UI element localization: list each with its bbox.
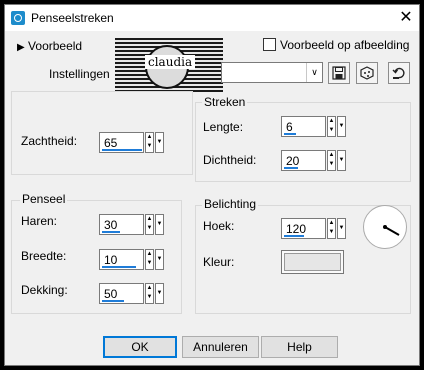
density-spinner[interactable]: 20 ▲ ▼ ▼ [281, 150, 347, 171]
softness-value: 65 [104, 136, 118, 150]
angle-spinner[interactable]: 120 ▲ ▼ ▼ [281, 218, 347, 239]
slider-dropdown-icon[interactable]: ▼ [337, 116, 346, 137]
angle-dial-icon [383, 225, 400, 236]
brush-title: Penseel [20, 192, 68, 206]
color-label: Kleur: [203, 255, 235, 269]
angle-label: Hoek: [203, 219, 235, 233]
preview-toggle[interactable]: ▶ Voorbeeld [17, 39, 82, 53]
save-preset-button[interactable] [328, 62, 350, 84]
reset-button[interactable] [388, 62, 410, 84]
app-icon [11, 11, 25, 25]
save-icon [332, 66, 346, 80]
slider-dropdown-icon[interactable]: ▼ [155, 214, 164, 235]
title-bar: Penseelstreken ✕ [5, 5, 419, 31]
preview-on-image-label: Voorbeeld op afbeelding [280, 38, 410, 52]
watermark-logo: claudia [115, 38, 223, 92]
spin-arrows-icon[interactable]: ▲ ▼ [145, 132, 154, 153]
slider-dropdown-icon[interactable]: ▼ [337, 150, 346, 171]
window-title: Penseelstreken [31, 11, 114, 25]
close-icon[interactable]: ✕ [397, 9, 415, 27]
spin-arrows-icon[interactable]: ▲ ▼ [327, 150, 336, 171]
ok-button[interactable]: OK [103, 336, 177, 358]
preview-label: Voorbeeld [28, 39, 83, 53]
bristles-label: Haren: [21, 214, 58, 228]
length-value: 6 [286, 120, 293, 134]
width-spinner[interactable]: 10 ▲ ▼ ▼ [99, 249, 165, 270]
angle-dial[interactable] [363, 205, 407, 249]
logo-text: claudia [145, 55, 196, 69]
opacity-spinner[interactable]: 50 ▲ ▼ ▼ [99, 283, 165, 304]
expand-arrow-icon: ▶ [17, 42, 25, 53]
checkbox-box[interactable] [263, 38, 276, 51]
softness-label: Zachtheid: [21, 134, 78, 148]
opacity-value: 50 [104, 287, 118, 301]
density-value: 20 [286, 154, 300, 168]
density-label: Dichtheid: [203, 153, 257, 167]
reset-icon [392, 67, 405, 79]
width-label: Breedte: [21, 249, 67, 263]
settings-select[interactable]: ∨ [221, 62, 323, 83]
spin-arrows-icon[interactable]: ▲ ▼ [145, 249, 154, 270]
cancel-button[interactable]: Annuleren [182, 336, 259, 358]
softness-spinner[interactable]: 65 ▲ ▼ ▼ [99, 132, 165, 153]
spin-arrows-icon[interactable]: ▲ ▼ [327, 218, 336, 239]
slider-dropdown-icon[interactable]: ▼ [155, 283, 164, 304]
bristles-value: 30 [104, 218, 118, 232]
strokes-title: Streken [202, 95, 248, 109]
dialog-window: Penseelstreken ✕ ▶ Voorbeeld claudia Voo… [4, 4, 420, 366]
randomize-icon [360, 66, 374, 80]
slider-dropdown-icon[interactable]: ▼ [155, 132, 164, 153]
length-label: Lengte: [203, 120, 244, 134]
length-spinner[interactable]: 6 ▲ ▼ ▼ [281, 116, 347, 137]
settings-label: Instellingen [49, 67, 110, 81]
slider-dropdown-icon[interactable]: ▼ [155, 249, 164, 270]
color-swatch[interactable] [281, 250, 344, 274]
randomize-button[interactable] [356, 62, 378, 84]
chevron-down-icon[interactable]: ∨ [306, 63, 322, 82]
width-value: 10 [104, 253, 118, 267]
preview-on-image-checkbox[interactable]: Voorbeeld op afbeelding [263, 38, 409, 52]
angle-value: 120 [286, 222, 307, 236]
slider-dropdown-icon[interactable]: ▼ [337, 218, 346, 239]
spin-arrows-icon[interactable]: ▲ ▼ [145, 283, 154, 304]
opacity-label: Dekking: [21, 283, 68, 297]
bristles-spinner[interactable]: 30 ▲ ▼ ▼ [99, 214, 165, 235]
help-button[interactable]: Help [261, 336, 338, 358]
spin-arrows-icon[interactable]: ▲ ▼ [145, 214, 154, 235]
spin-arrows-icon[interactable]: ▲ ▼ [327, 116, 336, 137]
lighting-title: Belichting [202, 197, 259, 211]
